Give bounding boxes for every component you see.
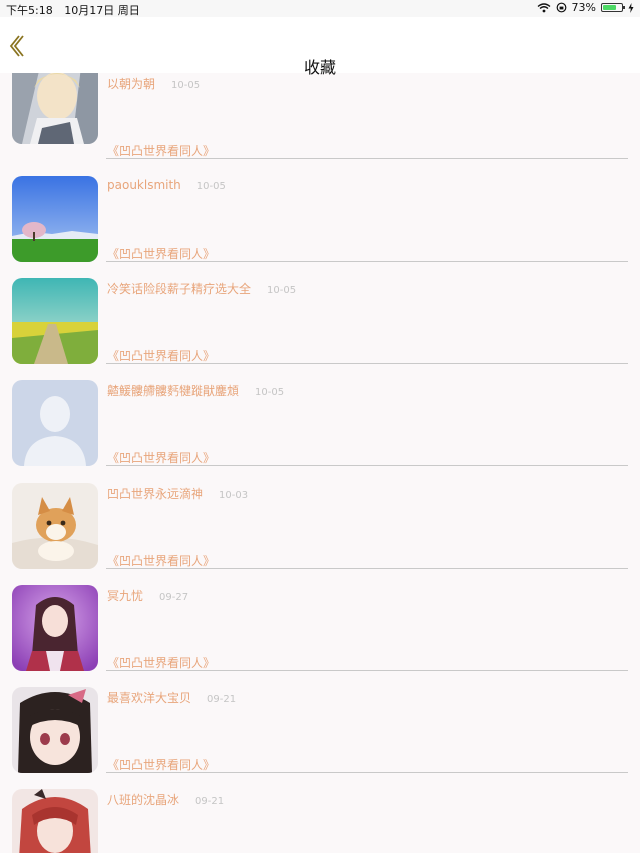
item-username: 以朝为朝 bbox=[107, 77, 156, 91]
item-date: 10-05 bbox=[255, 387, 285, 398]
item-source[interactable]: 《凹凸世界看同人》 bbox=[107, 142, 215, 159]
avatar bbox=[12, 73, 98, 144]
avatar bbox=[12, 687, 98, 773]
list-item[interactable]: 齄鰀髏艜髏麫犍蹝猒鏖䪴 10-05 《凹凸世界看同人》 bbox=[0, 379, 640, 481]
item-date: 10-03 bbox=[219, 490, 249, 501]
battery-percent: 73% bbox=[571, 1, 596, 14]
battery-icon bbox=[601, 3, 625, 12]
divider bbox=[106, 261, 628, 262]
item-source[interactable]: 《凹凸世界看同人》 bbox=[107, 654, 215, 671]
avatar bbox=[12, 585, 98, 671]
item-source[interactable]: 《凹凸世界看同人》 bbox=[107, 756, 215, 773]
divider bbox=[106, 465, 628, 466]
status-time: 下午5:18 bbox=[6, 4, 53, 17]
item-date: 10-05 bbox=[267, 285, 297, 296]
avatar bbox=[12, 380, 98, 466]
list-item[interactable]: 冷笑话险段薪子精疗选大全 10-05 《凹凸世界看同人》 bbox=[0, 277, 640, 379]
status-left: 下午5:18 10月17日 周日 bbox=[6, 2, 148, 18]
item-title[interactable]: 冷笑话险段薪子精疗选大全 10-05 bbox=[107, 280, 296, 297]
orientation-lock-icon bbox=[556, 2, 566, 13]
item-title[interactable]: 最喜欢洋大宝贝 09-21 bbox=[107, 689, 236, 706]
list-item[interactable]: paouklsmith 10-05 《凹凸世界看同人》 bbox=[0, 175, 640, 277]
battery-nub bbox=[623, 6, 625, 9]
divider bbox=[106, 670, 628, 671]
item-date: 09-21 bbox=[195, 796, 225, 807]
item-date: 09-27 bbox=[159, 592, 189, 603]
battery-fill bbox=[603, 5, 616, 10]
list-item[interactable]: 八班的沈晶冰 09-21 bbox=[0, 787, 640, 853]
nav-bar: 收藏 bbox=[0, 17, 640, 77]
item-username: 冷笑话险段薪子精疗选大全 bbox=[107, 282, 252, 296]
list-item[interactable]: 最喜欢洋大宝贝 09-21 《凹凸世界看同人》 bbox=[0, 685, 640, 787]
divider bbox=[106, 158, 628, 159]
list-item[interactable]: 冥九忧 09-27 《凹凸世界看同人》 bbox=[0, 583, 640, 685]
item-username: 冥九忧 bbox=[107, 589, 144, 603]
list-item[interactable]: 凹凸世界永远滴神 10-03 《凹凸世界看同人》 bbox=[0, 481, 640, 583]
status-bar: 下午5:18 10月17日 周日 73% bbox=[0, 0, 640, 17]
divider bbox=[106, 568, 628, 569]
wifi-icon bbox=[537, 2, 550, 12]
avatar bbox=[12, 789, 98, 853]
item-title[interactable]: 以朝为朝 10-05 bbox=[107, 75, 200, 92]
item-date: 10-05 bbox=[171, 80, 201, 91]
favorites-list[interactable]: 以朝为朝 10-05 《凹凸世界看同人》 paouklsmith 10-05 《凹凸… bbox=[0, 73, 640, 853]
item-username: 最喜欢洋大宝贝 bbox=[107, 691, 192, 705]
charging-icon bbox=[628, 2, 634, 13]
item-source[interactable]: 《凹凸世界看同人》 bbox=[107, 552, 215, 569]
status-date: 10月17日 周日 bbox=[64, 4, 140, 17]
avatar bbox=[12, 483, 98, 569]
item-title[interactable]: 凹凸世界永远滴神 10-03 bbox=[107, 485, 248, 502]
item-date: 09-21 bbox=[207, 694, 237, 705]
avatar bbox=[12, 176, 98, 262]
item-username: 齄鰀髏艜髏麫犍蹝猒鏖䪴 bbox=[107, 384, 240, 398]
item-title[interactable]: 八班的沈晶冰 09-21 bbox=[107, 791, 224, 808]
list-item[interactable]: 以朝为朝 10-05 《凹凸世界看同人》 bbox=[0, 73, 640, 175]
item-date: 10-05 bbox=[196, 181, 226, 192]
item-source[interactable]: 《凹凸世界看同人》 bbox=[107, 245, 215, 262]
divider bbox=[106, 772, 628, 773]
divider bbox=[106, 363, 628, 364]
item-username: 八班的沈晶冰 bbox=[107, 793, 180, 807]
item-title[interactable]: paouklsmith 10-05 bbox=[107, 178, 226, 192]
item-source[interactable]: 《凹凸世界看同人》 bbox=[107, 347, 215, 364]
avatar bbox=[12, 278, 98, 364]
item-title[interactable]: 齄鰀髏艜髏麫犍蹝猒鏖䪴 10-05 bbox=[107, 382, 284, 399]
status-right: 73% bbox=[537, 1, 634, 14]
item-source[interactable]: 《凹凸世界看同人》 bbox=[107, 449, 215, 466]
item-username: paouklsmith bbox=[107, 178, 181, 192]
item-username: 凹凸世界永远滴神 bbox=[107, 487, 204, 501]
item-title[interactable]: 冥九忧 09-27 bbox=[107, 587, 188, 604]
